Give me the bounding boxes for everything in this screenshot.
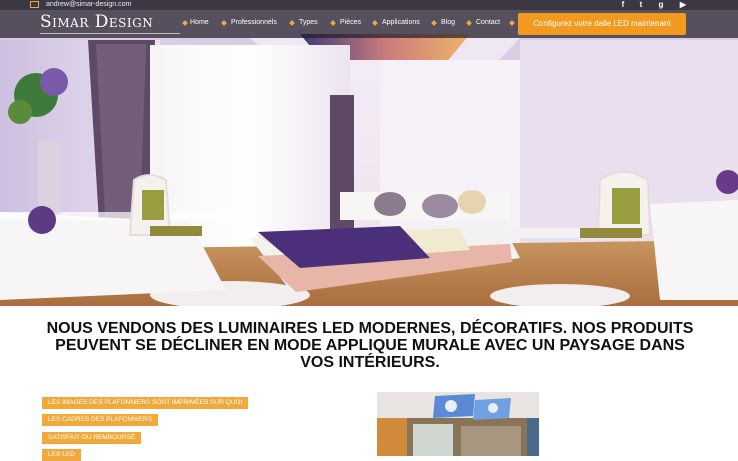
logo-underline	[40, 33, 180, 34]
bedroom-illustration	[0, 0, 738, 306]
top-info-bar: andrew@simar-design.com f t g ▶	[0, 0, 738, 10]
nav-item-types[interactable]: Types	[299, 18, 318, 27]
google-plus-icon[interactable]: g	[654, 0, 668, 10]
nav-item-home[interactable]: Home	[190, 18, 209, 27]
ceiling-panel-illustration	[377, 392, 539, 456]
feature-tag-satisfaction[interactable]: Satisfait ou remboursé	[42, 432, 142, 444]
feature-tag-printed-images[interactable]: Les images des plafonniers sont imprimée…	[42, 397, 249, 409]
feature-tag-leds[interactable]: Les LED	[42, 449, 81, 461]
nav-item-blog[interactable]: Blog	[441, 18, 455, 27]
nav-item-professionnels[interactable]: Professionnels	[231, 18, 277, 27]
main-headline: Nous vendons des luminaires LED modernes…	[46, 320, 694, 371]
feature-tag-frames[interactable]: Les cadres des plafonniers	[42, 414, 159, 426]
nav-item-pieces[interactable]: Pièces	[340, 18, 361, 27]
twitter-icon[interactable]: t	[634, 0, 648, 10]
nav-item-applications[interactable]: Applications	[382, 18, 420, 27]
facebook-icon[interactable]: f	[616, 0, 630, 10]
contact-email[interactable]: andrew@simar-design.com	[46, 0, 131, 9]
youtube-icon[interactable]: ▶	[676, 0, 690, 10]
envelope-icon	[30, 1, 39, 8]
configure-led-panel-button[interactable]: Configurez votre dalle LED maintenant	[518, 13, 686, 35]
site-logo[interactable]: Simar Design	[40, 12, 153, 32]
hero-image	[0, 0, 738, 306]
nav-item-contact[interactable]: Contact	[476, 18, 500, 27]
ceiling-panel-photo	[377, 392, 539, 456]
